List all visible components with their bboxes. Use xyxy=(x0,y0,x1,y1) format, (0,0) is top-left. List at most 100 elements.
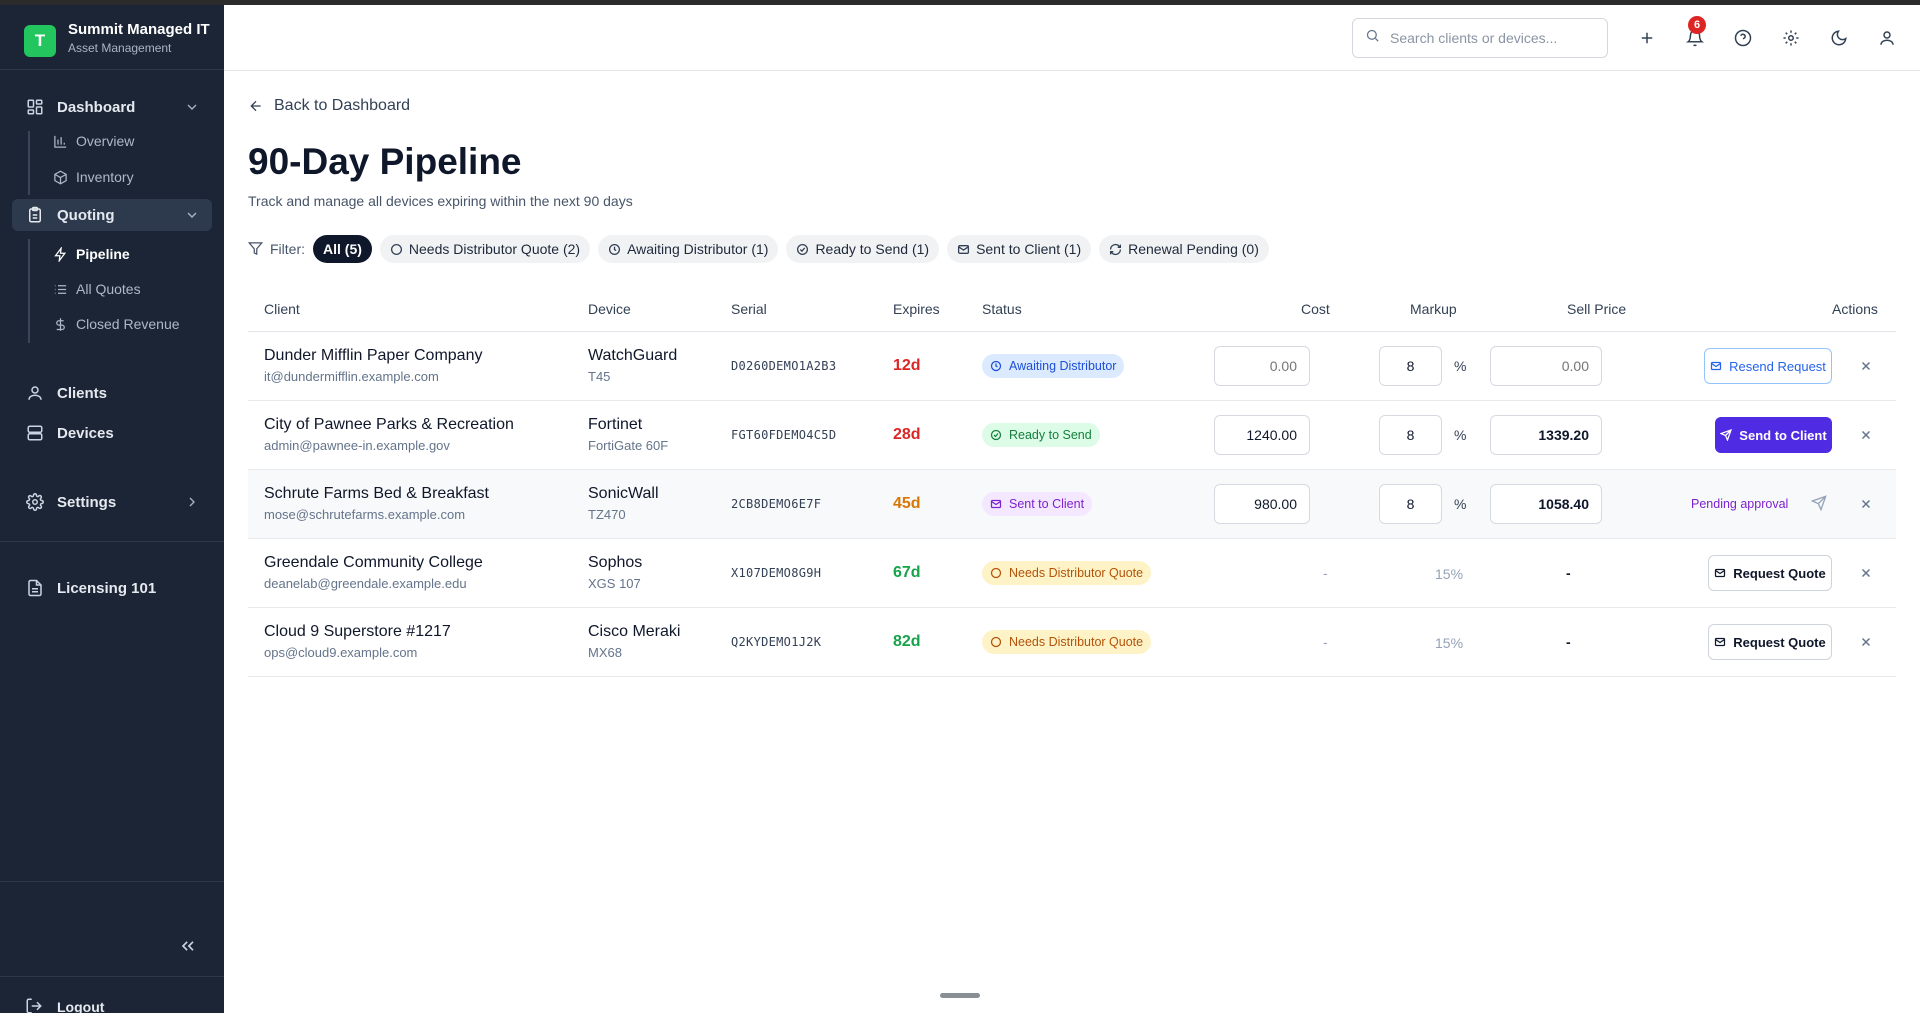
filter-chip-sent-to-client[interactable]: Sent to Client (1) xyxy=(947,235,1092,263)
mail-icon xyxy=(1714,636,1727,649)
help-icon[interactable] xyxy=(1733,28,1753,48)
status-badge: Sent to Client xyxy=(982,492,1093,516)
check-circle-icon xyxy=(796,243,809,256)
table-header: Client Device Serial Expires Status Cost… xyxy=(248,290,1896,332)
markup-input[interactable] xyxy=(1379,415,1442,455)
nav-settings[interactable]: Settings xyxy=(12,486,212,518)
header-markup[interactable]: Markup xyxy=(1410,301,1457,317)
send-icon[interactable] xyxy=(1810,495,1829,513)
header-sell-price[interactable]: Sell Price xyxy=(1567,301,1626,317)
nav-licensing-101[interactable]: Licensing 101 xyxy=(12,572,212,604)
device-serial: 2CB8DEMO6E7F xyxy=(731,497,822,511)
client-name[interactable]: Schrute Farms Bed & Breakfast xyxy=(264,485,489,503)
search-box[interactable] xyxy=(1352,18,1608,58)
user-profile-icon[interactable] xyxy=(1877,28,1897,48)
cost-input[interactable] xyxy=(1214,415,1310,455)
header-client[interactable]: Client xyxy=(264,301,300,317)
expires-in: 28d xyxy=(893,426,921,443)
markup-default: 15% xyxy=(1435,635,1464,651)
sidebar-item-all-quotes[interactable]: All Quotes xyxy=(52,275,141,303)
brand: T Summit Managed IT Asset Management xyxy=(0,5,224,70)
nav-clients[interactable]: Clients xyxy=(12,377,212,409)
request-quote-button[interactable]: Request Quote xyxy=(1708,555,1832,591)
sidebar-item-closed-revenue[interactable]: Closed Revenue xyxy=(52,310,180,338)
status-label: Needs Distributor Quote xyxy=(1009,635,1144,649)
cost-input[interactable] xyxy=(1214,484,1310,524)
markup-input[interactable] xyxy=(1379,484,1442,524)
zap-icon xyxy=(52,246,68,262)
search-input[interactable] xyxy=(1390,30,1590,46)
filter-chip-label: Renewal Pending (0) xyxy=(1128,241,1259,257)
header-cost[interactable]: Cost xyxy=(1301,301,1330,317)
filter-chip-all[interactable]: All (5) xyxy=(313,235,372,263)
clock-icon xyxy=(990,360,1003,373)
arrow-left-icon xyxy=(248,98,264,114)
table-row: Schrute Farms Bed & Breakfast mose@schru… xyxy=(248,470,1896,539)
status-badge: Awaiting Distributor xyxy=(982,354,1125,378)
request-quote-label: Request Quote xyxy=(1733,565,1826,581)
nav-dashboard[interactable]: Dashboard xyxy=(12,91,212,123)
dollar-icon xyxy=(52,316,68,332)
close-icon[interactable] xyxy=(1859,566,1873,580)
resend-request-label: Resend Request xyxy=(1729,358,1826,374)
cost-empty: - xyxy=(1323,634,1328,650)
sidebar-item-pipeline[interactable]: Pipeline xyxy=(52,240,130,268)
package-icon xyxy=(52,169,68,185)
request-quote-button[interactable]: Request Quote xyxy=(1708,624,1832,660)
sidebar-item-inventory[interactable]: Inventory xyxy=(52,163,134,191)
close-icon[interactable] xyxy=(1859,359,1873,373)
device-model: T45 xyxy=(588,369,611,384)
logout-button[interactable]: Logout xyxy=(25,997,104,1013)
mail-icon xyxy=(1710,360,1723,373)
user-icon xyxy=(25,383,45,403)
header-status[interactable]: Status xyxy=(982,301,1022,317)
resend-request-button[interactable]: Resend Request xyxy=(1704,348,1832,384)
close-icon[interactable] xyxy=(1859,497,1873,511)
sell-price-input[interactable] xyxy=(1490,484,1602,524)
status-label: Sent to Client xyxy=(1009,497,1085,511)
header-expires[interactable]: Expires xyxy=(893,301,940,317)
close-icon[interactable] xyxy=(1859,428,1873,442)
close-icon[interactable] xyxy=(1859,635,1873,649)
client-name[interactable]: Dunder Mifflin Paper Company xyxy=(264,347,482,365)
mail-icon xyxy=(957,243,970,256)
filter-chip-awaiting-distributor[interactable]: Awaiting Distributor (1) xyxy=(598,235,779,263)
sell-price-input[interactable] xyxy=(1490,346,1602,386)
nav-settings-label: Settings xyxy=(57,493,117,511)
sidebar-logout-divider xyxy=(0,976,224,977)
layout-grid-icon xyxy=(25,97,45,117)
markup-input[interactable] xyxy=(1379,346,1442,386)
sidebar-item-pipeline-label: Pipeline xyxy=(76,246,130,262)
device-model: MX68 xyxy=(588,645,622,660)
client-name[interactable]: Cloud 9 Superstore #1217 xyxy=(264,623,451,641)
header-serial[interactable]: Serial xyxy=(731,301,767,317)
nav-quoting[interactable]: Quoting xyxy=(12,199,212,231)
plus-icon[interactable] xyxy=(1637,28,1657,48)
resize-handle[interactable] xyxy=(940,993,980,998)
cost-empty: - xyxy=(1323,565,1328,581)
nav-devices[interactable]: Devices xyxy=(12,417,212,449)
expires-in: 45d xyxy=(893,495,921,512)
sidebar-item-overview[interactable]: Overview xyxy=(52,127,134,155)
client-name[interactable]: City of Pawnee Parks & Recreation xyxy=(264,416,514,434)
sidebar-item-overview-label: Overview xyxy=(76,133,135,149)
status-badge: Needs Distributor Quote xyxy=(982,630,1152,654)
page-subtitle: Track and manage all devices expiring wi… xyxy=(248,193,633,209)
filter-chip-renewal-pending[interactable]: Renewal Pending (0) xyxy=(1099,235,1269,263)
client-name[interactable]: Greendale Community College xyxy=(264,554,483,572)
nav-dashboard-label: Dashboard xyxy=(57,98,136,116)
back-to-dashboard-link[interactable]: Back to Dashboard xyxy=(248,97,410,115)
filter-chip-needs-distributor-quote[interactable]: Needs Distributor Quote (2) xyxy=(379,235,591,263)
sell-price-input[interactable] xyxy=(1490,415,1602,455)
settings-gear-icon[interactable] xyxy=(1781,28,1801,48)
send-to-client-button[interactable]: Send to Client xyxy=(1715,417,1832,453)
brand-logo[interactable]: T xyxy=(24,25,56,57)
moon-icon[interactable] xyxy=(1829,28,1849,48)
file-text-icon xyxy=(25,578,45,598)
cost-input[interactable] xyxy=(1214,346,1310,386)
header-device[interactable]: Device xyxy=(588,301,631,317)
refresh-icon xyxy=(1109,243,1122,256)
collapse-sidebar-icon[interactable] xyxy=(178,936,198,956)
filter-chip-ready-to-send[interactable]: Ready to Send (1) xyxy=(786,235,940,263)
top-bar: 6 xyxy=(224,5,1920,71)
